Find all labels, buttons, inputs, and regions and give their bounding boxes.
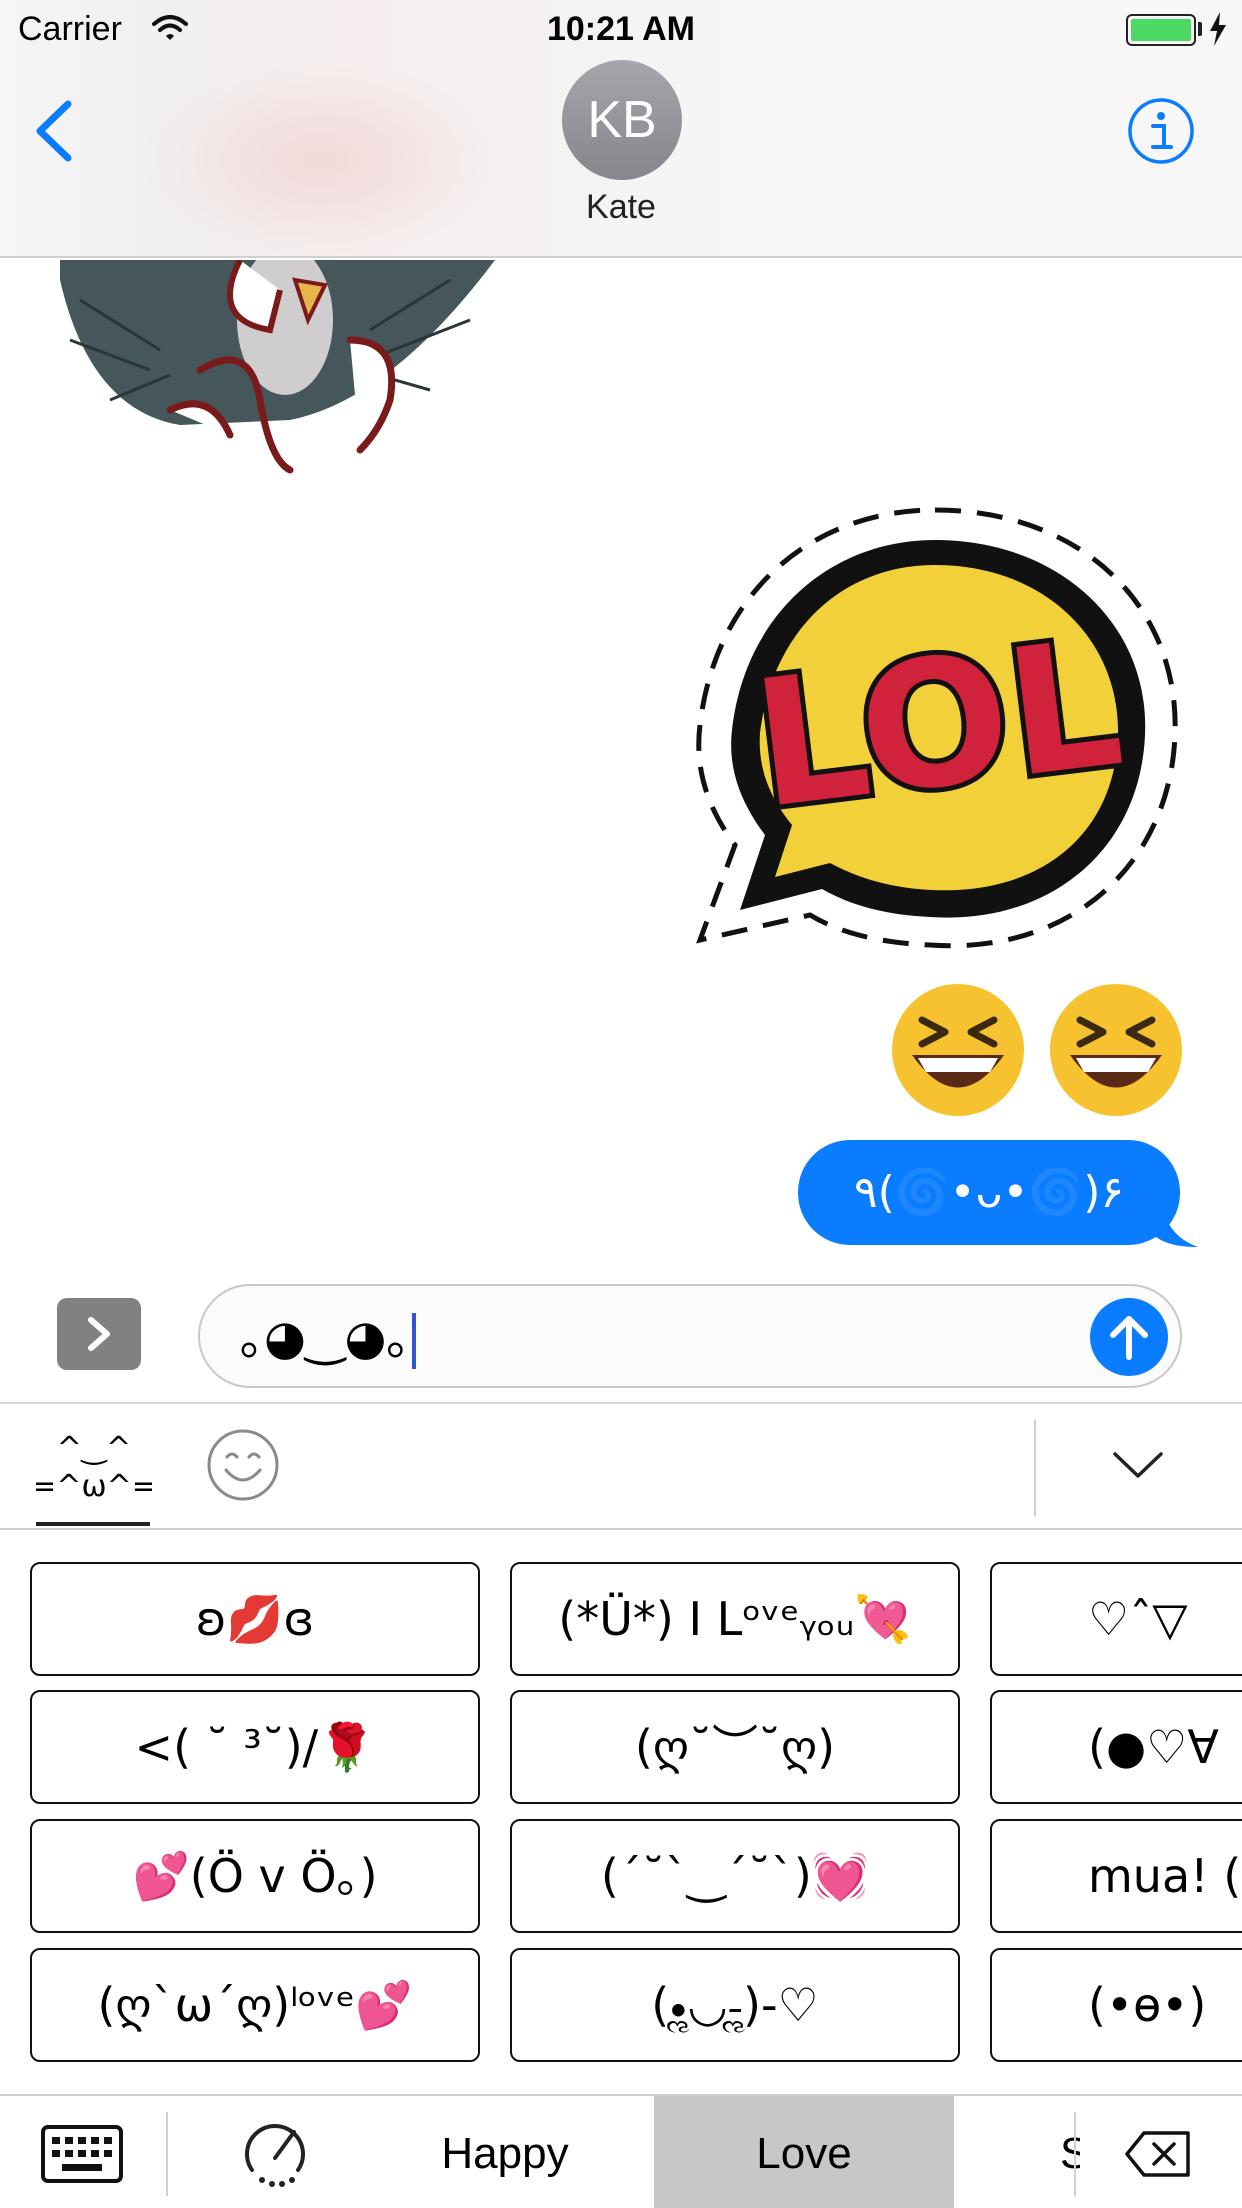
- grinning-squinting-face-icon: [1050, 984, 1182, 1116]
- text-caret: [412, 1313, 417, 1369]
- message-thread[interactable]: LOL ٩(🌀•ᴗ•🌀)۶: [0, 260, 1242, 1260]
- kaomoji-key[interactable]: mua! (*-: [990, 1819, 1242, 1933]
- kaomoji-key[interactable]: 💕(Ö v Ö｡): [30, 1819, 480, 1933]
- backspace-icon[interactable]: [1124, 2130, 1192, 2178]
- avatar[interactable]: KB: [562, 60, 682, 180]
- blurred-background: [140, 60, 500, 260]
- message-input-value: ｡◕‿◕｡: [240, 1310, 411, 1366]
- chevron-right-icon: [88, 1317, 110, 1351]
- grinning-squinting-face-icon: [892, 984, 1024, 1116]
- info-icon[interactable]: [1126, 96, 1196, 166]
- tab-divider: [1034, 1420, 1036, 1516]
- lol-sticker[interactable]: LOL: [680, 485, 1190, 975]
- smiley-icon[interactable]: [206, 1428, 280, 1502]
- svg-text:(=^ω^=): (=^ω^=): [36, 1469, 152, 1504]
- category-next-partial[interactable]: S: [1060, 2096, 1080, 2208]
- category-love[interactable]: Love: [654, 2096, 954, 2208]
- emoji-message[interactable]: [890, 980, 1200, 1120]
- kaomoji-key[interactable]: (ღ˘︶˘ღ): [510, 1690, 960, 1804]
- contact-name[interactable]: Kate: [0, 188, 1242, 227]
- message-input[interactable]: ｡◕‿◕｡: [198, 1284, 1182, 1388]
- send-button[interactable]: [1090, 1298, 1168, 1376]
- battery-tip: [1198, 22, 1202, 36]
- navigation-header: Carrier 10:21 AM KB Kate: [0, 0, 1242, 260]
- svg-text:^‿^: ^‿^: [57, 1431, 131, 1466]
- battery-icon: [1126, 14, 1196, 46]
- kaomoji-key[interactable]: (●♡∀: [990, 1690, 1242, 1804]
- category-separator: [1074, 2112, 1076, 2196]
- keyboard-tab-bar: ^‿^ (=^ω^=): [0, 1404, 1242, 1530]
- charging-bolt-icon: [1210, 12, 1226, 46]
- chevron-down-icon[interactable]: [1112, 1450, 1164, 1480]
- kaomoji-key[interactable]: (ღ`ω´ღ)ˡᵒᵛᵉ💕: [30, 1948, 480, 2062]
- arrow-up-icon: [1110, 1316, 1148, 1360]
- keyboard-icon[interactable]: [40, 2124, 124, 2184]
- kaomoji-key[interactable]: <( ˘ ³˘)/🌹: [30, 1690, 480, 1804]
- category-separator: [166, 2112, 168, 2196]
- status-time: 10:21 AM: [546, 10, 696, 48]
- category-happy[interactable]: Happy: [380, 2096, 630, 2208]
- chevron-left-icon[interactable]: [30, 96, 80, 166]
- kaomoji-keyboard: ^‿^ (=^ω^=) ʚ💋ɞ (*Ü*) I Lᵒᵛᵉᵧₒᵤ💘 ♡ˆ▽ <( …: [0, 1402, 1242, 2208]
- kaomoji-key[interactable]: (•ɵ•): [990, 1948, 1242, 2062]
- kaomoji-key[interactable]: (´˘`‿´˘`)💓: [510, 1819, 960, 1933]
- kaomoji-key[interactable]: (*Ü*) I Lᵒᵛᵉᵧₒᵤ💘: [510, 1562, 960, 1676]
- outgoing-message-bubble[interactable]: ٩(🌀•ᴗ•🌀)۶: [798, 1140, 1180, 1245]
- kaomoji-key[interactable]: ʚ💋ɞ: [30, 1562, 480, 1676]
- category-bar: Happy Love S: [0, 2094, 1242, 2208]
- cartoon-sticker[interactable]: [50, 260, 510, 480]
- active-tab-indicator: [36, 1522, 150, 1526]
- kaomoji-grid: ʚ💋ɞ (*Ü*) I Lᵒᵛᵉᵧₒᵤ💘 ♡ˆ▽ <( ˘ ³˘)/🌹 (ღ˘︶…: [0, 1530, 1242, 2090]
- app-drawer-button[interactable]: [57, 1298, 141, 1370]
- kaomoji-key[interactable]: (•ૢ◡-ૢ)-♡: [510, 1948, 960, 2062]
- tab-kaomoji[interactable]: ^‿^ (=^ω^=): [19, 1426, 168, 1524]
- kaomoji-key[interactable]: ♡ˆ▽: [990, 1562, 1242, 1676]
- cat-kaomoji-icon: ^‿^ (=^ω^=): [19, 1431, 168, 1504]
- recent-gauge-icon[interactable]: [240, 2118, 310, 2188]
